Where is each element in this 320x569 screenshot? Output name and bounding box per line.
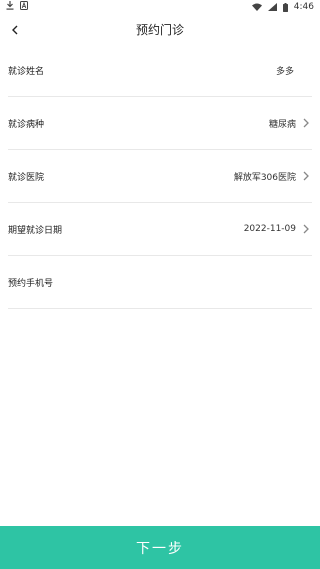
next-step-button[interactable]: 下一步 xyxy=(0,526,320,569)
visit-date-row[interactable]: 期望就诊日期 2022-11-09 xyxy=(8,203,312,256)
chevron-left-icon xyxy=(11,20,19,39)
visit-date-label: 期望就诊日期 xyxy=(8,225,63,236)
notification-a-icon xyxy=(20,1,28,13)
patient-name-row[interactable]: 就诊姓名 多多 xyxy=(8,44,312,97)
phone-label: 预约手机号 xyxy=(8,278,54,289)
status-time: 4:46 xyxy=(293,2,314,12)
phone-row[interactable]: 预约手机号 xyxy=(8,256,312,309)
back-button[interactable] xyxy=(4,18,26,40)
patient-name-label: 就诊姓名 xyxy=(8,66,45,77)
status-left xyxy=(6,1,28,13)
hospital-label: 就诊医院 xyxy=(8,172,45,183)
visit-date-value: 2022-11-09 xyxy=(243,224,296,234)
disease-type-value: 糖尿病 xyxy=(268,119,296,130)
page-title: 预约门诊 xyxy=(135,22,184,37)
disease-type-row[interactable]: 就诊病种 糖尿病 xyxy=(8,97,312,150)
header: 预约门诊 xyxy=(0,14,320,44)
chevron-right-icon xyxy=(300,223,312,235)
appointment-form: 就诊姓名 多多 就诊病种 糖尿病 就诊医院 解放军306医院 期望就诊日期 20… xyxy=(0,44,320,309)
disease-type-label: 就诊病种 xyxy=(8,119,45,130)
patient-name-value: 多多 xyxy=(275,66,294,77)
download-icon xyxy=(6,1,14,13)
screen: 4:46 预约门诊 就诊姓名 多多 就诊病种 糖尿病 就诊医院 解放军306医院… xyxy=(0,0,320,569)
wifi-icon xyxy=(251,3,262,11)
hospital-value: 解放军306医院 xyxy=(233,172,296,183)
chevron-right-icon xyxy=(300,117,312,129)
battery-icon xyxy=(282,2,288,12)
hospital-row[interactable]: 就诊医院 解放军306医院 xyxy=(8,150,312,203)
status-right: 4:46 xyxy=(251,2,314,12)
chevron-right-icon xyxy=(300,170,312,182)
signal-icon xyxy=(267,3,277,11)
status-bar: 4:46 xyxy=(0,0,320,14)
